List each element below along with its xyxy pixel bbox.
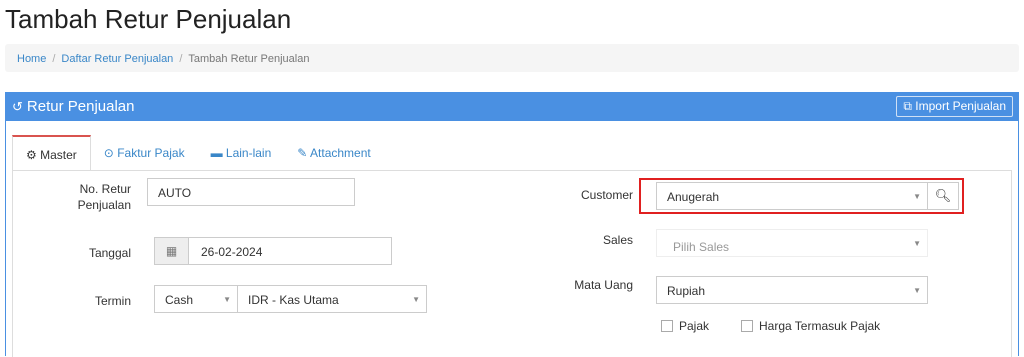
- tab-master[interactable]: ⚙ Master: [12, 135, 91, 171]
- truck-icon: ▬: [210, 146, 223, 160]
- harga-termasuk-pajak-label: Harga Termasuk Pajak: [759, 319, 881, 333]
- search-icon: 🔍︎: [934, 188, 952, 203]
- chevron-down-icon: ▼: [913, 192, 921, 201]
- sales-select[interactable]: Pilih Sales ▼: [656, 229, 928, 257]
- checkbox-icon: [661, 320, 673, 332]
- tab-bar: ⚙ Master ⊙ Faktur Pajak ▬ Lain-lain ✎ At…: [12, 135, 384, 171]
- breadcrumb-current: Tambah Retur Penjualan: [188, 53, 310, 65]
- harga-termasuk-pajak-checkbox[interactable]: Harga Termasuk Pajak: [741, 319, 880, 333]
- breadcrumb: Home / Daftar Retur Penjualan / Tambah Retur…: [5, 44, 1019, 72]
- tab-faktur-pajak-label: Faktur Pajak: [117, 146, 185, 160]
- tab-master-label: Master: [40, 148, 77, 162]
- checkbox-icon: [741, 320, 753, 332]
- customer-select[interactable]: Anugerah ▼: [656, 182, 928, 210]
- chevron-down-icon: ▼: [412, 295, 420, 304]
- tab-attachment[interactable]: ✎ Attachment: [284, 135, 383, 171]
- chevron-down-icon: ▼: [913, 239, 921, 248]
- panel-header: ↺ Retur Penjualan ⧉ Import Penjualan: [6, 93, 1018, 121]
- retur-panel: ↺ Retur Penjualan ⧉ Import Penjualan ⚙ Ma…: [5, 92, 1019, 357]
- sales-placeholder: Pilih Sales: [673, 240, 730, 254]
- mata-uang-label: Mata Uang: [574, 278, 633, 292]
- master-form: No. Retur Penjualan AUTO Tanggal ▦ 26-02…: [12, 171, 1012, 357]
- termin-value: Cash: [165, 293, 194, 307]
- copy-icon: ⧉: [903, 99, 912, 113]
- undo-icon: ↺: [12, 99, 23, 114]
- termin-select[interactable]: Cash ▼: [154, 285, 238, 313]
- no-retur-label: No. Retur Penjualan: [77, 182, 131, 212]
- tab-faktur-pajak[interactable]: ⊙ Faktur Pajak: [91, 135, 198, 171]
- tanggal-value: 26-02-2024: [201, 245, 263, 259]
- cogs-icon: ⚙: [26, 148, 37, 162]
- mata-uang-value: Rupiah: [667, 284, 706, 298]
- import-penjualan-button[interactable]: ⧉ Import Penjualan: [896, 96, 1013, 117]
- page-title: Tambah Retur Penjualan: [5, 4, 292, 34]
- panel-title: Retur Penjualan: [26, 98, 135, 115]
- breadcrumb-separator: /: [179, 53, 183, 65]
- chevron-down-icon: ▼: [913, 286, 921, 295]
- tanggal-input[interactable]: ▦ 26-02-2024: [154, 237, 392, 265]
- customer-label: Customer: [580, 188, 633, 202]
- breadcrumb-separator: /: [52, 53, 56, 65]
- calendar-icon: ▦: [155, 238, 189, 264]
- tanggal-label: Tanggal: [88, 246, 131, 260]
- breadcrumb-daftar-retur[interactable]: Daftar Retur Penjualan: [61, 53, 173, 65]
- breadcrumb-home[interactable]: Home: [17, 53, 46, 65]
- mata-uang-select[interactable]: Rupiah ▼: [656, 276, 928, 304]
- chevron-down-icon: ▼: [223, 295, 231, 304]
- no-retur-input[interactable]: AUTO: [147, 178, 355, 206]
- import-penjualan-label: Import Penjualan: [915, 99, 1006, 113]
- customer-value: Anugerah: [667, 190, 720, 204]
- paperclip-icon: ✎: [297, 146, 308, 160]
- check-circle-icon: ⊙: [103, 146, 114, 160]
- termin-label: Termin: [94, 294, 131, 308]
- kas-value: IDR - Kas Utama: [248, 293, 339, 307]
- pajak-checkbox[interactable]: Pajak: [661, 319, 709, 333]
- customer-search-button[interactable]: 🔍︎: [927, 182, 959, 210]
- tab-lain-lain[interactable]: ▬ Lain-lain: [198, 135, 285, 171]
- sales-label: Sales: [602, 233, 633, 247]
- tab-attachment-label: Attachment: [310, 146, 371, 160]
- pajak-label: Pajak: [679, 319, 710, 333]
- kas-select[interactable]: IDR - Kas Utama ▼: [237, 285, 427, 313]
- tab-lain-lain-label: Lain-lain: [225, 146, 272, 160]
